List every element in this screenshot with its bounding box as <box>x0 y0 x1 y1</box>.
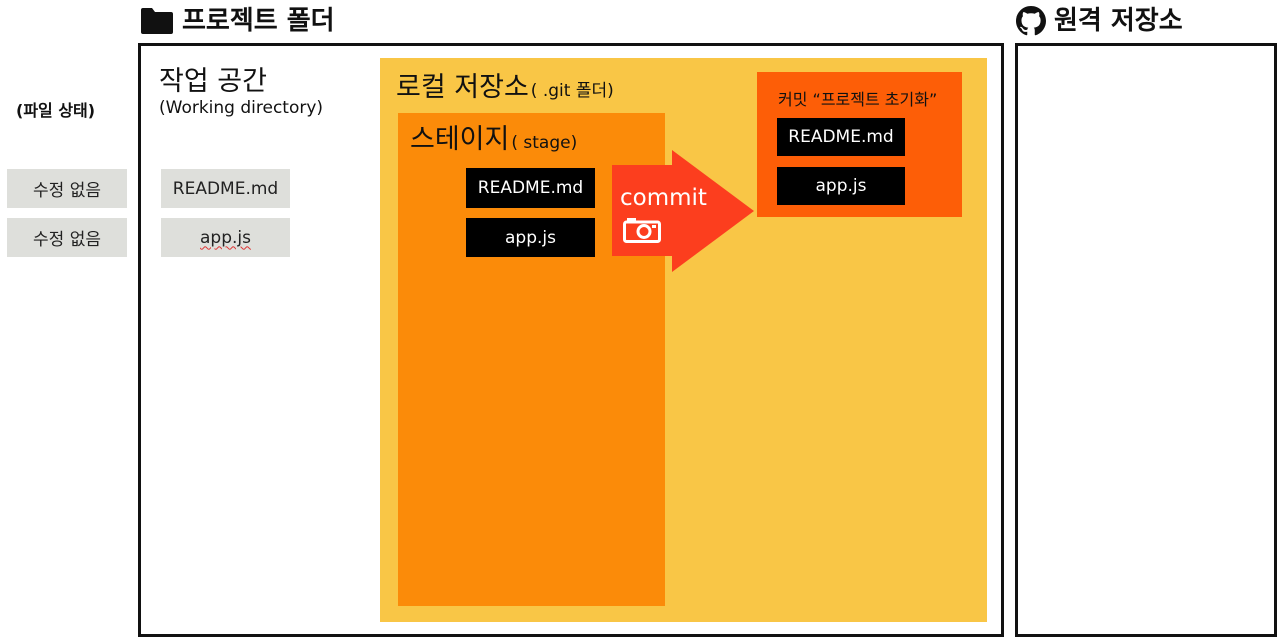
remote-repo-header: 원격 저장소 <box>1016 6 1183 36</box>
project-folder-title: 프로젝트 폴더 <box>182 6 335 36</box>
working-directory-title: 작업 공간 <box>159 66 267 97</box>
staged-file: app.js <box>466 218 595 257</box>
stage-title: 스테이지 <box>410 124 510 155</box>
working-file: README.md <box>161 169 290 208</box>
folder-icon <box>141 8 173 34</box>
remote-repo-frame <box>1015 43 1277 637</box>
working-file-label: app.js <box>200 227 251 248</box>
file-status-heading: (파일 상태) <box>16 101 96 120</box>
commit-title: 커밋 “프로젝트 초기화” <box>778 90 938 109</box>
commit-arrow-label: commit <box>620 185 707 211</box>
local-repo-suffix: ( .git 폴더) <box>530 81 614 101</box>
stage-suffix: ( stage) <box>511 133 578 153</box>
project-folder-header: 프로젝트 폴더 <box>140 6 335 36</box>
stage-heading: 스테이지 ( stage) <box>410 124 577 156</box>
working-file-label: README.md <box>172 178 279 199</box>
github-icon <box>1016 6 1046 36</box>
local-repo-heading: 로컬 저장소 ( .git 폴더) <box>396 72 614 104</box>
file-status-badge: 수정 없음 <box>7 218 127 257</box>
committed-file: app.js <box>777 167 905 205</box>
camera-icon <box>623 218 661 243</box>
working-file: app.js <box>161 218 290 257</box>
commit-arrow <box>612 150 754 272</box>
staged-file: README.md <box>466 168 595 208</box>
file-status-badge: 수정 없음 <box>7 169 127 208</box>
committed-file: README.md <box>777 118 905 156</box>
working-directory-subtitle: (Working directory) <box>159 98 324 118</box>
local-repo-title: 로컬 저장소 <box>396 72 529 103</box>
remote-repo-title: 원격 저장소 <box>1054 6 1183 36</box>
